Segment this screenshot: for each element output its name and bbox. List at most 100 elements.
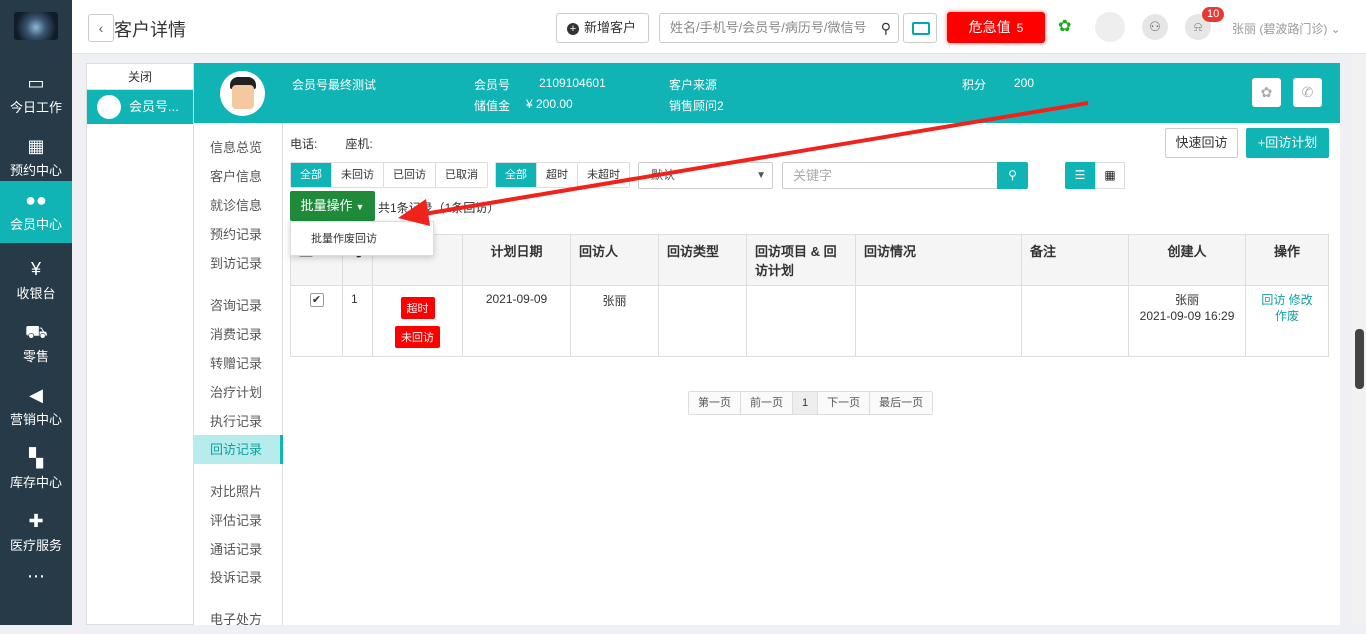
row-remark [1021,285,1130,357]
submenu-arrivals[interactable]: 到访记录 [194,249,283,278]
customer-tab-label: 会员号... [129,99,179,114]
avatar[interactable] [1095,12,1125,42]
search-input[interactable]: 姓名/手机号/会员号/病历号/微信号 ⚲ [659,13,899,43]
new-customer-button[interactable]: + 新增客户 [556,13,649,43]
submenu-return-visits[interactable]: 回访记录 [194,435,283,464]
phone-button[interactable]: ✆ [1293,78,1322,107]
wechat-icon[interactable]: ✿ [1058,16,1080,36]
member-no-label: 会员号 [474,78,511,92]
row-visit-project [746,285,857,357]
submenu-photos[interactable]: 对比照片 [194,477,283,506]
close-tab-button[interactable]: 关闭 [87,64,193,90]
consultant: 销售顾问2 [669,99,724,113]
nav-medical[interactable]: ✚ 医疗服务 [0,502,72,564]
time-overdue[interactable]: 超时 [537,163,578,187]
submenu-evaluations[interactable]: 评估记录 [194,506,283,535]
row-select: ✔ [290,285,343,357]
id-card-button[interactable] [903,13,937,43]
calendar-icon: ▦ [27,136,45,156]
main-panel: 会员号最终测试 会员号 2109104601 储值金 ¥ 200.00 客户来源… [194,63,1340,627]
stored-label: 储值金 [474,99,511,113]
submenu-appointments[interactable]: 预约记录 [194,220,283,249]
nav-label: 收银台 [16,286,56,301]
scrollbar[interactable] [1352,54,1366,625]
filter-all[interactable]: 全部 [291,163,332,187]
list-icon: ☰ [1074,168,1086,182]
submenu-prescriptions[interactable]: 电子处方 [194,605,283,634]
page-first[interactable]: 第一页 [689,392,741,414]
notification-badge: 10 [1202,7,1225,22]
col-visit-type: 回访类型 [658,234,748,286]
time-not-overdue[interactable]: 未超时 [578,163,629,187]
list-view-button[interactable]: ☰ [1065,162,1095,189]
page-last[interactable]: 最后一页 [870,392,933,414]
source-label: 客户来源 [669,78,718,92]
add-plan-button[interactable]: +回访计划 [1246,128,1329,158]
sort-select[interactable]: 默认 ▼ [638,162,773,189]
col-actions: 操作 [1245,234,1329,286]
new-customer-label: 新增客户 [584,20,637,35]
grid-icon: ▚ [29,448,43,468]
customer-tab[interactable]: 会员号... [87,90,193,124]
points-label: 积分 [962,78,987,92]
nav-member[interactable]: ●● 会员中心 [0,181,72,243]
return-visit-content: 电话: 座机: 快速回访 +回访计划 全部 未回访 已回访 已取消 全部 超时 未… [290,123,1340,625]
wechat-button[interactable]: ✿ [1252,78,1281,107]
record-submenu: 信息总览 客户信息 就诊信息 预约记录 到访记录 咨询记录 消费记录 转赠记录 … [194,123,283,627]
table-header-row: ✔ 号 计划日期 回访人 回访类型 回访项目 & 回访计划 回访情况 备注 创建… [290,234,1329,286]
submenu-transfers[interactable]: 转赠记录 [194,349,283,378]
keyword-search-button[interactable]: ⚲ [997,162,1028,189]
nav-cashier[interactable]: ¥ 收银台 [0,250,72,312]
page-current[interactable]: 1 [793,392,819,414]
nav-retail[interactable]: ⛟ 零售 [0,313,72,375]
void-link[interactable]: 作废 [1275,309,1299,323]
critical-value-button[interactable]: 危急值 5 [947,12,1045,43]
quick-visit-button[interactable]: 快速回访 [1165,128,1238,158]
user-menu[interactable]: 张丽 (碧波路门诊) ⌄ [1232,20,1341,37]
scrollbar-thumb[interactable] [1355,329,1364,389]
nav-marketing[interactable]: ◀ 营销中心 [0,376,72,438]
submenu-treatment-plan[interactable]: 治疗计划 [194,378,283,407]
main-nav: ▭ 今日工作 ▦ 预约中心 ●● 会员中心 ¥ 收银台 ⛟ 零售 ◀ 营销中心 … [0,0,72,625]
submenu-consults[interactable]: 咨询记录 [194,291,283,320]
filter-unvisited[interactable]: 未回访 [332,163,384,187]
batch-action-button[interactable]: 批量操作 ▼ [290,191,375,221]
nav-inventory[interactable]: ▚ 库存中心 [0,439,72,501]
grid-view-button[interactable]: ▦ [1095,162,1125,189]
nav-today[interactable]: ▭ 今日工作 [0,64,72,126]
filter-visited[interactable]: 已回访 [384,163,436,187]
nav-more[interactable]: ⋯ [0,562,72,592]
megaphone-icon: ◀ [29,385,43,405]
submenu-customer-info[interactable]: 客户信息 [194,162,283,191]
nav-appointment[interactable]: ▦ 预约中心 [0,127,72,189]
search-icon[interactable]: ⚲ [881,14,891,42]
submenu-consumption[interactable]: 消费记录 [194,320,283,349]
visit-link[interactable]: 回访 [1261,293,1285,307]
edit-link[interactable]: 修改 [1289,293,1313,307]
page-prev[interactable]: 前一页 [741,392,793,414]
plus-icon: + [567,23,579,35]
pagination: 第一页 前一页 1 下一页 最后一页 [688,391,934,415]
laptop-icon: ▭ [27,73,45,93]
submenu-visit-info[interactable]: 就诊信息 [194,191,283,220]
nav-label: 今日工作 [9,100,62,115]
col-visitor: 回访人 [570,234,660,286]
row-checkbox[interactable]: ✔ [309,293,324,307]
caret-down-icon: ▼ [355,202,365,212]
batch-void-item[interactable]: 批量作废回访 [311,233,377,245]
row-visit-type [658,285,748,357]
page-next[interactable]: 下一页 [818,392,871,414]
col-visit-project: 回访项目 & 回访计划 [746,234,857,286]
submenu-overview[interactable]: 信息总览 [194,133,283,162]
member-no: 2109104601 [539,76,606,90]
time-all[interactable]: 全部 [496,163,537,187]
submenu-complaints[interactable]: 投诉记录 [194,563,283,592]
keyword-input[interactable]: 关键字 [782,162,998,189]
phone-label: 电话: [290,137,318,151]
col-creator: 创建人 [1128,234,1247,286]
group-icon[interactable]: ⚇ [1142,14,1168,40]
submenu-executions[interactable]: 执行记录 [194,407,283,436]
back-button[interactable]: ‹ [88,14,114,42]
filter-cancelled[interactable]: 已取消 [436,163,487,187]
submenu-calls[interactable]: 通话记录 [194,535,283,564]
